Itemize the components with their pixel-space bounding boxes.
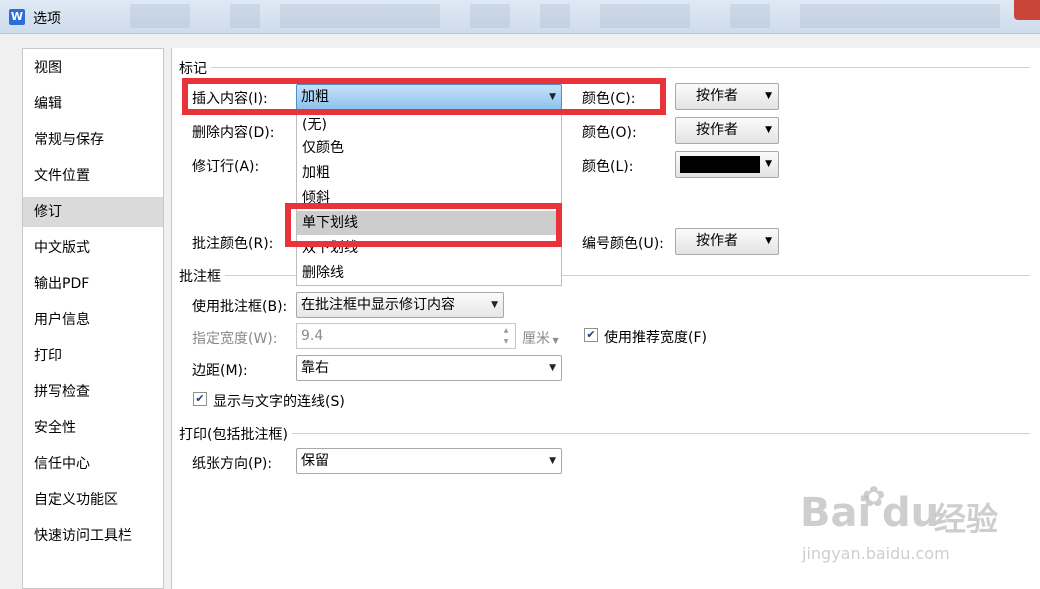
sidebar-item-trust-center[interactable]: 信任中心 bbox=[23, 449, 163, 479]
sidebar-item-user-info[interactable]: 用户信息 bbox=[23, 305, 163, 335]
dropdown-option-color-only[interactable]: 仅颜色 bbox=[297, 136, 561, 160]
revision-line-label: 修订行(A): bbox=[192, 159, 260, 175]
margin-value: 靠右 bbox=[301, 360, 329, 376]
background-toolbar-ghost bbox=[230, 4, 260, 28]
spin-up-icon[interactable]: ▲ bbox=[499, 325, 513, 336]
color-c-select[interactable]: 按作者 ▼ bbox=[675, 83, 779, 110]
width-value: 9.4 bbox=[301, 328, 324, 344]
insert-content-select[interactable]: 加粗 ▼ bbox=[296, 84, 562, 110]
width-label: 指定宽度(W): bbox=[192, 331, 278, 347]
use-balloons-value: 在批注框中显示修订内容 bbox=[301, 297, 455, 313]
width-unit-select[interactable]: 厘米 ▼ bbox=[522, 328, 559, 348]
chevron-down-icon: ▼ bbox=[549, 363, 556, 373]
sidebar-item-edit[interactable]: 编辑 bbox=[23, 89, 163, 119]
comment-color-label: 批注颜色(R): bbox=[192, 236, 274, 252]
sidebar-item-quick-access-toolbar[interactable]: 快速访问工具栏 bbox=[23, 521, 163, 551]
chevron-down-icon: ▼ bbox=[765, 91, 772, 101]
background-toolbar-ghost bbox=[800, 4, 1000, 28]
number-color-select[interactable]: 按作者 ▼ bbox=[675, 228, 779, 255]
orientation-select[interactable]: 保留 ▼ bbox=[296, 448, 562, 474]
dropdown-option-strikethrough[interactable]: 删除线 bbox=[297, 261, 561, 285]
use-balloons-select[interactable]: 在批注框中显示修订内容 ▼ bbox=[296, 292, 504, 318]
group-title-printing: 打印(包括批注框) bbox=[179, 424, 292, 444]
dropdown-option-bold[interactable]: 加粗 bbox=[297, 161, 561, 185]
sidebar-item-general-save[interactable]: 常规与保存 bbox=[23, 125, 163, 155]
chevron-down-icon: ▼ bbox=[549, 92, 556, 102]
color-o-label: 颜色(O): bbox=[582, 125, 637, 141]
sidebar-item-revision[interactable]: 修订 bbox=[23, 197, 163, 227]
dropdown-option-single-underline[interactable]: 单下划线 bbox=[297, 211, 561, 235]
background-toolbar-ghost bbox=[470, 4, 510, 28]
sidebar-item-file-location[interactable]: 文件位置 bbox=[23, 161, 163, 191]
color-o-value: 按作者 bbox=[696, 122, 738, 138]
sidebar-item-view[interactable]: 视图 bbox=[23, 53, 163, 83]
sidebar-item-chinese-layout[interactable]: 中文版式 bbox=[23, 233, 163, 263]
width-spinner[interactable]: 9.4 ▲ ▼ bbox=[296, 323, 516, 349]
group-separator bbox=[180, 433, 1030, 434]
sidebar-item-export-pdf[interactable]: 输出PDF bbox=[23, 269, 163, 299]
recommended-width-checkbox[interactable]: ✔ bbox=[584, 328, 598, 342]
width-unit-value: 厘米 bbox=[522, 331, 550, 347]
chevron-down-icon: ▼ bbox=[765, 125, 772, 135]
number-color-label: 编号颜色(U): bbox=[582, 236, 664, 252]
sidebar-item-print[interactable]: 打印 bbox=[23, 341, 163, 371]
show-lines-label: 显示与文字的连线(S) bbox=[213, 394, 345, 410]
chevron-down-icon: ▼ bbox=[491, 300, 498, 310]
delete-content-label: 删除内容(D): bbox=[192, 125, 275, 141]
orientation-value: 保留 bbox=[301, 453, 329, 469]
margin-label: 边距(M): bbox=[192, 363, 248, 379]
chevron-down-icon: ▼ bbox=[550, 336, 559, 345]
checkmark-icon: ✔ bbox=[586, 328, 596, 341]
group-title-balloons: 批注框 bbox=[179, 266, 225, 286]
use-balloons-label: 使用批注框(B): bbox=[192, 299, 288, 315]
chevron-down-icon: ▼ bbox=[549, 456, 556, 466]
show-lines-checkbox[interactable]: ✔ bbox=[193, 392, 207, 406]
dropdown-option-italic[interactable]: 倾斜 bbox=[297, 186, 561, 210]
number-color-value: 按作者 bbox=[696, 233, 738, 249]
insert-content-value: 加粗 bbox=[301, 89, 329, 105]
group-title-markup: 标记 bbox=[179, 58, 211, 78]
background-toolbar-ghost bbox=[730, 4, 770, 28]
sidebar-item-spell-check[interactable]: 拼写检查 bbox=[23, 377, 163, 407]
title-bar: W 选项 bbox=[0, 0, 1040, 34]
checkmark-icon: ✔ bbox=[195, 392, 205, 405]
insert-content-dropdown: (无) 仅颜色 加粗 倾斜 单下划线 双下划线 删除线 bbox=[296, 110, 562, 286]
background-toolbar-ghost bbox=[600, 4, 690, 28]
recommended-width-label: 使用推荐宽度(F) bbox=[604, 330, 707, 346]
insert-content-label: 插入内容(I): bbox=[192, 91, 268, 107]
background-toolbar-ghost bbox=[130, 4, 190, 28]
color-o-select[interactable]: 按作者 ▼ bbox=[675, 117, 779, 144]
spin-down-icon[interactable]: ▼ bbox=[499, 336, 513, 347]
sidebar-item-security[interactable]: 安全性 bbox=[23, 413, 163, 443]
dropdown-option-double-underline[interactable]: 双下划线 bbox=[297, 236, 561, 260]
margin-select[interactable]: 靠右 ▼ bbox=[296, 355, 562, 381]
options-sidebar: 视图 编辑 常规与保存 文件位置 修订 中文版式 输出PDF 用户信息 打印 拼… bbox=[22, 48, 164, 589]
color-l-label: 颜色(L): bbox=[582, 159, 634, 175]
chevron-down-icon: ▼ bbox=[765, 236, 772, 246]
chevron-down-icon: ▼ bbox=[765, 159, 772, 169]
window-title: 选项 bbox=[33, 11, 61, 27]
color-c-label: 颜色(C): bbox=[582, 91, 636, 107]
color-l-select[interactable]: ▼ bbox=[675, 151, 779, 178]
dropdown-option-none[interactable]: (无) bbox=[297, 113, 561, 137]
wps-app-icon: W bbox=[9, 9, 25, 25]
background-toolbar-ghost bbox=[280, 4, 440, 28]
color-c-value: 按作者 bbox=[696, 88, 738, 104]
background-toolbar-ghost bbox=[540, 4, 570, 28]
sidebar-item-customize-ribbon[interactable]: 自定义功能区 bbox=[23, 485, 163, 515]
orientation-label: 纸张方向(P): bbox=[192, 456, 273, 472]
close-button[interactable] bbox=[1014, 0, 1040, 20]
color-l-swatch bbox=[680, 156, 760, 173]
group-separator bbox=[180, 67, 1030, 68]
